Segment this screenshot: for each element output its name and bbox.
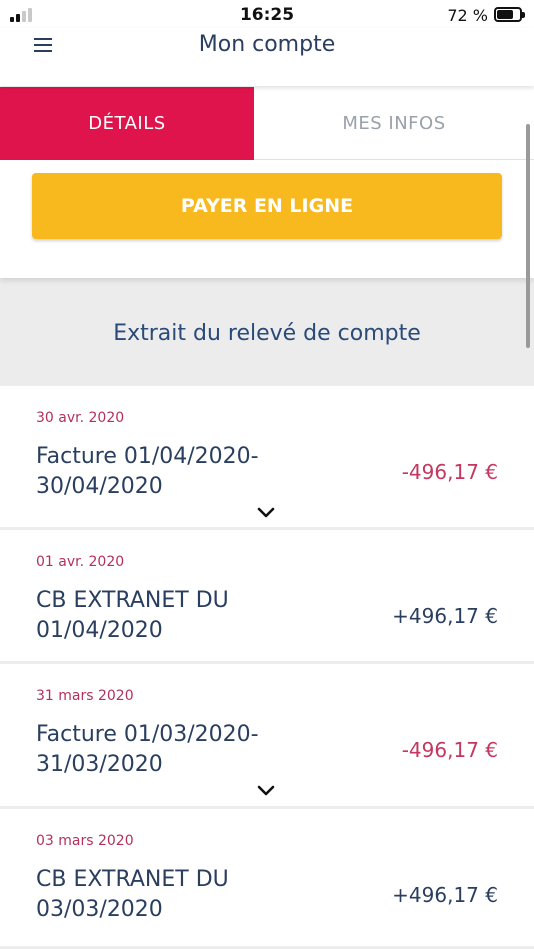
scrollbar[interactable] bbox=[526, 124, 530, 348]
transaction-description-line: Facture 01/04/2020- bbox=[36, 444, 259, 469]
transaction-description-line: 30/04/2020 bbox=[36, 474, 163, 499]
transaction-description-line: Facture 01/03/2020- bbox=[36, 722, 259, 747]
tab-details[interactable]: DÉTAILS bbox=[0, 87, 254, 160]
tab-mes-infos[interactable]: MES INFOS bbox=[254, 87, 534, 160]
chevron-down-icon[interactable] bbox=[257, 507, 275, 519]
transaction-amount: -496,17 € bbox=[401, 738, 498, 762]
battery-icon bbox=[494, 7, 525, 22]
transaction-item[interactable]: 30 avr. 2020 Facture 01/04/2020- 30/04/2… bbox=[0, 386, 534, 530]
transaction-item[interactable]: 03 mars 2020 CB EXTRANET DU 03/03/2020 +… bbox=[0, 809, 534, 949]
transaction-description: CB EXTRANET DU 01/04/2020 bbox=[36, 586, 336, 646]
transaction-description-line: 01/04/2020 bbox=[36, 618, 163, 643]
transaction-description-line: 31/03/2020 bbox=[36, 752, 163, 777]
transaction-amount: +496,17 € bbox=[392, 883, 498, 907]
transaction-description: Facture 01/03/2020- 31/03/2020 bbox=[36, 720, 336, 780]
transaction-amount: -496,17 € bbox=[401, 460, 498, 484]
transaction-date: 03 mars 2020 bbox=[36, 833, 134, 849]
transaction-description-line: CB EXTRANET DU bbox=[36, 867, 229, 892]
battery-level bbox=[497, 10, 513, 19]
page-title: Mon compte bbox=[198, 32, 336, 57]
battery-percentage: 72 % bbox=[447, 6, 488, 25]
transaction-amount: +496,17 € bbox=[392, 604, 498, 628]
transaction-date: 31 mars 2020 bbox=[36, 688, 134, 704]
statement-title: Extrait du relevé de compte bbox=[113, 320, 421, 346]
transaction-description: CB EXTRANET DU 03/03/2020 bbox=[36, 865, 336, 925]
transaction-item[interactable]: 31 mars 2020 Facture 01/03/2020- 31/03/2… bbox=[0, 664, 534, 809]
pay-online-button[interactable]: PAYER EN LIGNE bbox=[32, 173, 502, 239]
tab-bar: DÉTAILS MES INFOS bbox=[0, 87, 534, 160]
pay-section: PAYER EN LIGNE bbox=[0, 160, 534, 278]
transaction-description: Facture 01/04/2020- 30/04/2020 bbox=[36, 442, 336, 502]
chevron-down-icon[interactable] bbox=[257, 785, 275, 797]
transaction-date: 01 avr. 2020 bbox=[36, 554, 125, 570]
transaction-list: 30 avr. 2020 Facture 01/04/2020- 30/04/2… bbox=[0, 386, 534, 949]
transaction-description-line: CB EXTRANET DU bbox=[36, 588, 229, 613]
app-header: Mon compte bbox=[0, 28, 534, 86]
transaction-date: 30 avr. 2020 bbox=[36, 410, 125, 426]
status-bar: 16:25 72 % bbox=[0, 0, 534, 28]
statement-header: Extrait du relevé de compte bbox=[0, 278, 534, 386]
transaction-item[interactable]: 01 avr. 2020 CB EXTRANET DU 01/04/2020 +… bbox=[0, 530, 534, 664]
transaction-description-line: 03/03/2020 bbox=[36, 897, 163, 922]
